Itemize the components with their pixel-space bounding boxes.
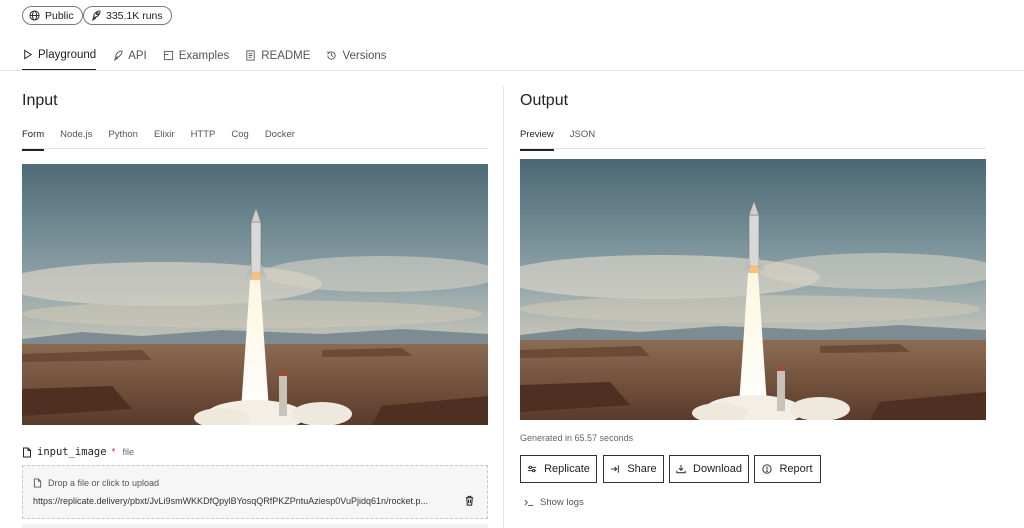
visibility-label: Public [45, 9, 74, 22]
rocket-icon [114, 50, 123, 61]
download-button[interactable]: Download [669, 455, 749, 483]
output-heading: Output [520, 92, 569, 109]
terminal-icon [524, 499, 534, 506]
show-logs-toggle[interactable]: Show logs [524, 497, 584, 508]
tab-api[interactable]: API [112, 44, 147, 67]
input-image-field-label: input_image * file [22, 446, 134, 458]
drop-text: Drop a file or click to upload [48, 478, 160, 488]
next-field-edge [22, 524, 488, 528]
field-type: file [122, 447, 134, 457]
history-icon [327, 51, 336, 60]
tab-examples[interactable]: Examples [163, 44, 229, 67]
output-image[interactable] [520, 159, 986, 420]
document-icon [246, 50, 255, 61]
share-icon [611, 465, 620, 473]
tab-versions[interactable]: Versions [326, 44, 387, 67]
file-url: https://replicate.delivery/pbxt/JvLi9smW… [33, 496, 429, 506]
runs-label: 335.1K runs [106, 9, 163, 22]
output-subtabs-divider [520, 148, 986, 149]
tabs-divider [0, 70, 1024, 71]
trash-icon[interactable] [464, 495, 475, 506]
report-button[interactable]: Report [754, 455, 821, 483]
tab-playground[interactable]: Playground [22, 44, 97, 71]
globe-icon [29, 10, 40, 21]
tab-readme[interactable]: README [245, 44, 310, 67]
file-icon [23, 447, 31, 457]
download-icon [676, 464, 686, 474]
file-icon [33, 478, 42, 488]
column-divider [503, 86, 504, 528]
generation-time: Generated in 65.57 seconds [520, 433, 634, 443]
replicate-button[interactable]: Replicate [520, 455, 597, 483]
examples-icon [163, 50, 173, 61]
field-name: input_image [37, 446, 107, 458]
file-dropzone[interactable]: Drop a file or click to upload https://r… [22, 465, 488, 519]
drop-hint: Drop a file or click to upload [33, 478, 159, 488]
share-button[interactable]: Share [603, 455, 664, 483]
visibility-badge: Public [22, 6, 83, 25]
input-subtabs-divider [22, 148, 488, 149]
input-heading: Input [22, 92, 58, 109]
main-tabs: Playground API Examples README Versions [22, 44, 403, 71]
input-image-preview [22, 164, 488, 425]
sliders-icon [527, 465, 537, 473]
play-icon [24, 49, 33, 60]
required-mark: * [111, 446, 116, 458]
runs-badge: 335.1K runs [83, 6, 172, 25]
report-icon [762, 464, 773, 474]
rocket-icon [91, 10, 101, 21]
